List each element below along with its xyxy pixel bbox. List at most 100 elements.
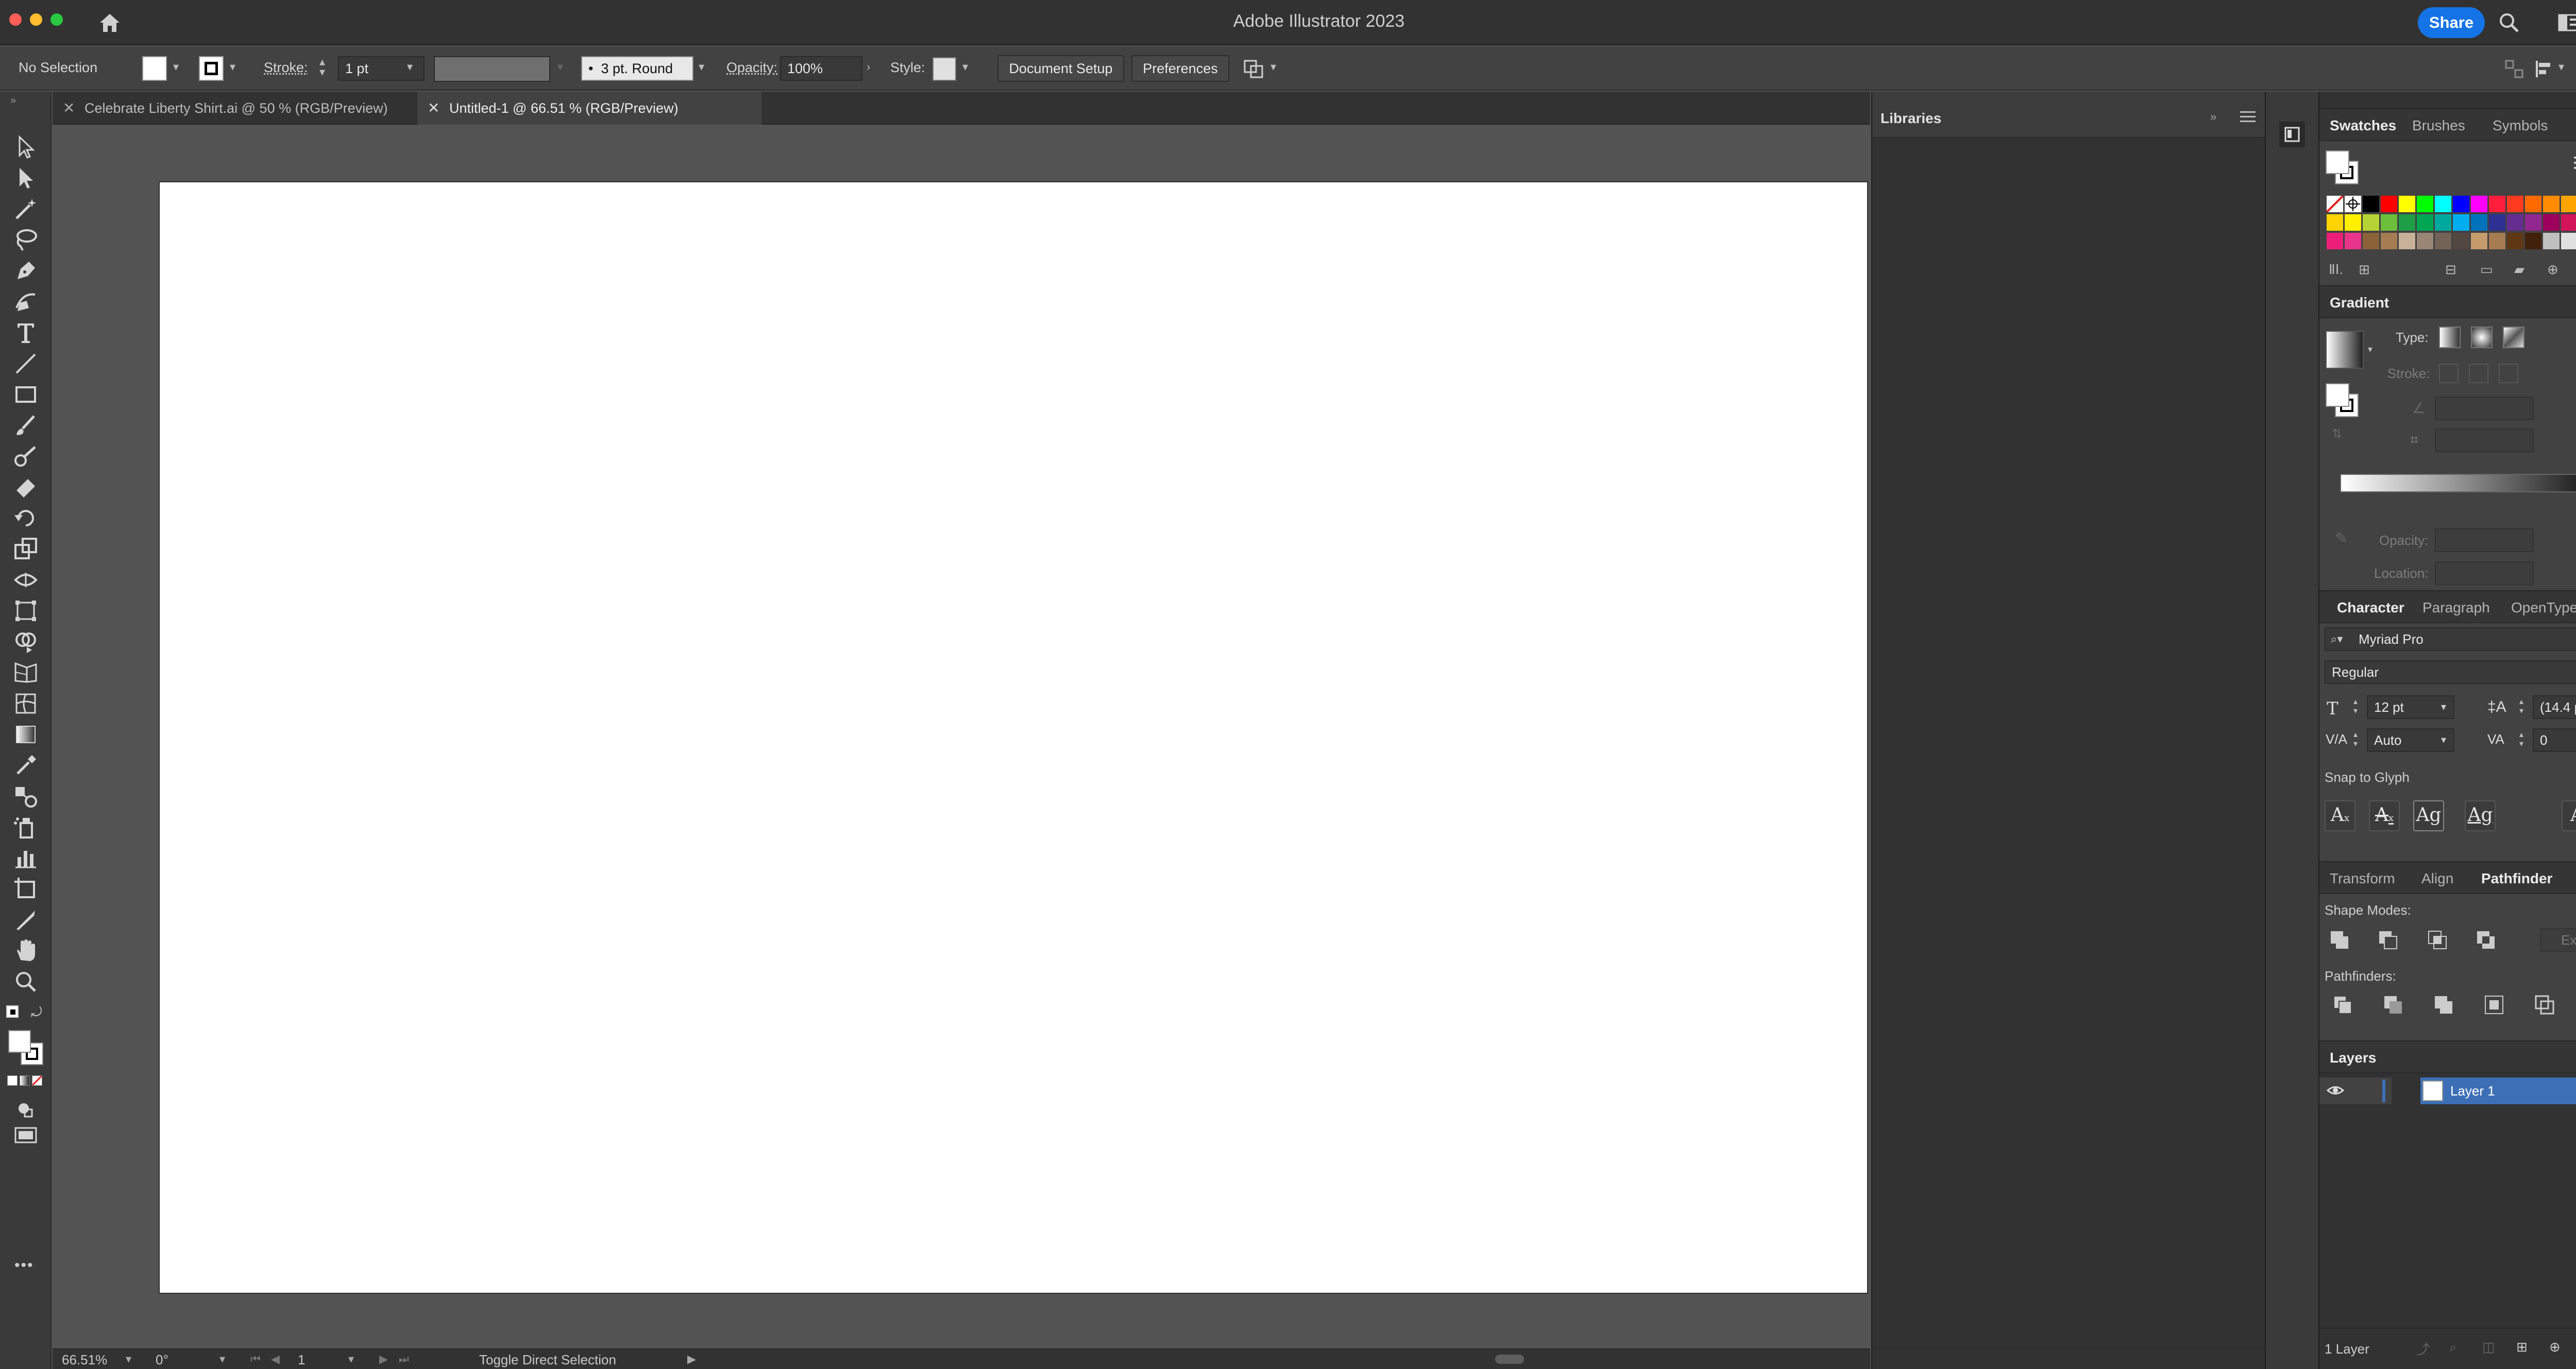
first-artboard-icon[interactable]: ⏮ xyxy=(250,1353,261,1366)
color-swatch[interactable] xyxy=(2417,196,2433,212)
color-swatch[interactable] xyxy=(2435,214,2451,231)
color-swatch[interactable] xyxy=(2399,233,2415,249)
artboard-tool-icon[interactable] xyxy=(11,875,40,903)
search-icon[interactable] xyxy=(2498,11,2520,34)
brush-dropdown-icon[interactable]: ▾ xyxy=(699,60,704,74)
color-swatch[interactable] xyxy=(2363,233,2379,249)
stroke-dropdown-chevron-icon[interactable]: ▾ xyxy=(230,60,235,74)
arrange-dropdown-icon[interactable]: ▾ xyxy=(1270,60,1276,74)
scale-tool-icon[interactable] xyxy=(11,535,40,563)
none-mode-icon[interactable] xyxy=(32,1075,42,1086)
width-tool-icon[interactable] xyxy=(11,566,40,594)
color-swatch[interactable] xyxy=(2543,233,2560,249)
shaper-tool-icon[interactable] xyxy=(11,442,40,471)
eyedropper-tool-icon[interactable] xyxy=(11,751,40,780)
color-swatch[interactable] xyxy=(2543,214,2560,231)
line-segment-tool-icon[interactable] xyxy=(11,349,40,378)
artboard[interactable] xyxy=(159,181,1868,1294)
magic-wand-tool-icon[interactable] xyxy=(11,195,40,224)
stroke-label[interactable]: Stroke: xyxy=(264,60,308,76)
tab-character[interactable]: Character xyxy=(2337,600,2404,616)
tab-symbols[interactable]: Symbols xyxy=(2493,117,2548,134)
new-layer-icon[interactable]: ⊕ xyxy=(2549,1339,2561,1355)
tab-paragraph[interactable]: Paragraph xyxy=(2422,600,2490,616)
pen-tool-icon[interactable] xyxy=(11,256,40,285)
collapse-panel-icon[interactable]: » xyxy=(2210,110,2216,124)
color-swatch[interactable] xyxy=(2327,214,2343,231)
tab-layers[interactable]: Layers xyxy=(2330,1050,2376,1066)
color-swatch[interactable] xyxy=(2471,214,2487,231)
gradient-preview-dropdown-icon[interactable]: ▾ xyxy=(2368,344,2372,355)
rotation-dropdown-icon[interactable]: ▾ xyxy=(219,1353,225,1366)
next-artboard-icon[interactable]: ▶ xyxy=(379,1353,388,1366)
color-swatch[interactable] xyxy=(2525,196,2541,212)
color-swatch[interactable] xyxy=(2345,233,2361,249)
type-tool-icon[interactable] xyxy=(11,318,40,347)
gradient-tool-icon[interactable] xyxy=(11,720,40,749)
rectangle-tool-icon[interactable] xyxy=(11,380,40,409)
stroke-stepper-icon[interactable]: ▴ ▾ xyxy=(319,56,325,78)
tab-untitled-1[interactable]: ✕ Untitled-1 @ 66.51 % (RGB/Preview) xyxy=(417,92,761,125)
edit-toolbar-icon[interactable]: ••• xyxy=(14,1257,34,1274)
previous-artboard-icon[interactable]: ◀ xyxy=(271,1353,280,1366)
free-transform-tool-icon[interactable] xyxy=(11,596,40,625)
crop-icon[interactable] xyxy=(2481,992,2507,1018)
tab-opentype[interactable]: OpenType xyxy=(2511,600,2576,616)
opacity-expand-icon[interactable]: › xyxy=(867,60,870,74)
graphic-style-swatch[interactable] xyxy=(933,57,956,81)
font-size-stepper-icon[interactable]: ▴ ▾ xyxy=(2353,697,2358,716)
outline-icon[interactable] xyxy=(2532,992,2557,1018)
color-swatch[interactable] xyxy=(2417,233,2433,249)
screen-mode-icon[interactable] xyxy=(11,1121,40,1150)
close-tab-icon[interactable]: ✕ xyxy=(63,92,75,125)
color-swatch[interactable] xyxy=(2453,214,2469,231)
trim-icon[interactable] xyxy=(2380,992,2406,1018)
color-swatch[interactable] xyxy=(2345,214,2361,231)
brush-definition[interactable]: • 3 pt. Round xyxy=(581,56,693,81)
color-swatch[interactable] xyxy=(2399,196,2415,212)
leading-input[interactable]: (14.4 pt) xyxy=(2533,695,2576,719)
slice-tool-icon[interactable] xyxy=(11,905,40,934)
curvature-tool-icon[interactable] xyxy=(11,287,40,316)
exclude-icon[interactable] xyxy=(2473,927,2499,953)
toolbar-collapse-icon[interactable]: » xyxy=(10,95,16,107)
show-kinds-icon[interactable]: ⊞ xyxy=(2359,262,2370,278)
libraries-icon[interactable] xyxy=(2279,122,2305,147)
color-swatch[interactable] xyxy=(2363,196,2379,212)
tab-gradient[interactable]: Gradient xyxy=(2330,295,2389,311)
stroke-swatch[interactable] xyxy=(199,56,224,81)
rotation-angle[interactable]: 0° xyxy=(156,1352,168,1368)
tab-celebrate-liberty-shirt[interactable]: ✕ Celebrate Liberty Shirt.ai @ 50 % (RGB… xyxy=(53,92,409,125)
color-swatch[interactable] xyxy=(2507,196,2523,212)
paintbrush-tool-icon[interactable] xyxy=(11,411,40,440)
layer-expand-area[interactable] xyxy=(2392,1077,2422,1104)
workspace-switcher-icon[interactable] xyxy=(2557,12,2576,33)
list-view-icon[interactable] xyxy=(2574,155,2576,173)
zoom-dropdown-icon[interactable]: ▾ xyxy=(126,1353,131,1366)
leading-stepper-icon[interactable]: ▴ ▾ xyxy=(2519,697,2523,716)
tab-brushes[interactable]: Brushes xyxy=(2412,117,2465,134)
direct-selection-tool-icon[interactable] xyxy=(11,164,40,193)
perspective-grid-tool-icon[interactable] xyxy=(11,658,40,687)
artboard-dropdown-icon[interactable]: ▾ xyxy=(348,1353,354,1366)
visibility-eye-icon[interactable] xyxy=(2327,1084,2344,1097)
share-button[interactable]: Share xyxy=(2418,7,2485,38)
document-setup-button[interactable]: Document Setup xyxy=(997,55,1124,82)
color-swatch[interactable] xyxy=(2525,214,2541,231)
kerning-stepper-icon[interactable]: ▴ ▾ xyxy=(2353,730,2358,749)
font-size-dropdown-icon[interactable]: ▾ xyxy=(2441,700,2446,713)
align-options-icon[interactable] xyxy=(2534,59,2554,79)
registration-swatch[interactable] xyxy=(2345,196,2361,212)
color-swatch[interactable] xyxy=(2435,233,2451,249)
angular-guides-button[interactable]: A xyxy=(2562,800,2576,831)
color-swatch[interactable] xyxy=(2381,214,2397,231)
draw-mode-icon[interactable] xyxy=(11,1095,40,1124)
blend-tool-icon[interactable] xyxy=(11,782,40,811)
arrange-icon[interactable] xyxy=(1243,59,1265,79)
canvas-area[interactable] xyxy=(53,126,1870,1349)
status-menu-arrow-icon[interactable]: ▶ xyxy=(687,1353,696,1366)
color-swatch[interactable] xyxy=(2471,233,2487,249)
fill-swatch[interactable] xyxy=(142,56,167,81)
radial-gradient-button[interactable] xyxy=(2471,327,2493,348)
color-swatch[interactable] xyxy=(2507,233,2523,249)
